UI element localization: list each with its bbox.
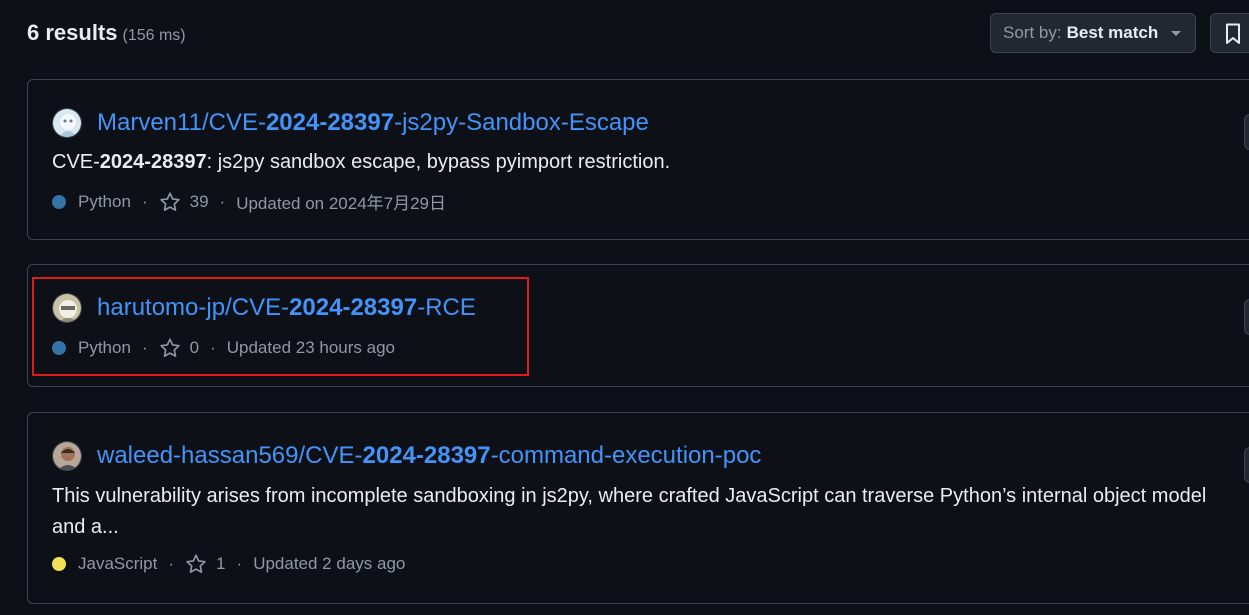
language-label: Python	[78, 338, 131, 357]
search-results-page: 6 results (156 ms) Sort by: Best match M…	[0, 0, 1249, 615]
sort-dropdown-button[interactable]: Sort by: Best match	[990, 13, 1196, 53]
language-label: Python	[78, 191, 131, 211]
updated-label: Updated on 2024年7月29日	[236, 194, 447, 213]
caret-down-icon	[1171, 31, 1181, 36]
results-count: 6 results	[27, 20, 118, 45]
repo-meta: Python · 0 · Updated 23 hours ago	[52, 337, 395, 359]
star-icon[interactable]	[185, 553, 207, 575]
stars-count[interactable]: 39	[190, 192, 209, 212]
avatar	[52, 441, 82, 471]
language-color-dot	[52, 194, 66, 209]
star-repo-button[interactable]	[1244, 299, 1249, 335]
language-color-dot	[52, 557, 66, 571]
language-label: JavaScript	[78, 554, 158, 573]
star-repo-button[interactable]	[1244, 114, 1249, 150]
results-header: 6 results (156 ms)	[27, 20, 186, 46]
sort-label: Sort by:	[1003, 23, 1062, 42]
repo-link[interactable]: Marven11/CVE-2024-28397-js2py-Sandbox-Es…	[97, 109, 649, 137]
star-repo-button[interactable]	[1244, 447, 1249, 483]
repo-description: CVE-2024-28397: js2py sandbox escape, by…	[52, 151, 671, 173]
language-color-dot	[52, 341, 66, 355]
result-card: harutomo-jp/CVE-2024-28397-RCE Python · …	[27, 264, 1249, 387]
updated-label: Updated 2 days ago	[253, 554, 406, 573]
star-icon[interactable]	[159, 191, 181, 213]
stars-count[interactable]: 0	[190, 338, 199, 358]
repo-link[interactable]: waleed-hassan569/CVE-2024-28397-command-…	[97, 442, 761, 470]
sort-value: Best match	[1066, 23, 1159, 42]
updated-label: Updated 23 hours ago	[226, 338, 395, 357]
result-card: waleed-hassan569/CVE-2024-28397-command-…	[27, 412, 1249, 604]
repo-link[interactable]: harutomo-jp/CVE-2024-28397-RCE	[97, 294, 476, 322]
repo-description: This vulnerability arises from incomplet…	[52, 485, 1207, 538]
bookmark-icon	[1226, 23, 1240, 44]
stars-count[interactable]: 1	[216, 554, 225, 574]
avatar	[52, 293, 82, 323]
avatar	[52, 108, 82, 138]
results-time: (156 ms)	[122, 27, 186, 44]
save-search-button[interactable]	[1210, 13, 1249, 53]
repo-meta: Python · 39 · Updated on 2024年7月29日	[52, 189, 446, 214]
result-card: Marven11/CVE-2024-28397-js2py-Sandbox-Es…	[27, 79, 1249, 240]
star-icon[interactable]	[159, 337, 181, 359]
repo-meta: JavaScript · 1 · Updated 2 days ago	[52, 553, 405, 575]
